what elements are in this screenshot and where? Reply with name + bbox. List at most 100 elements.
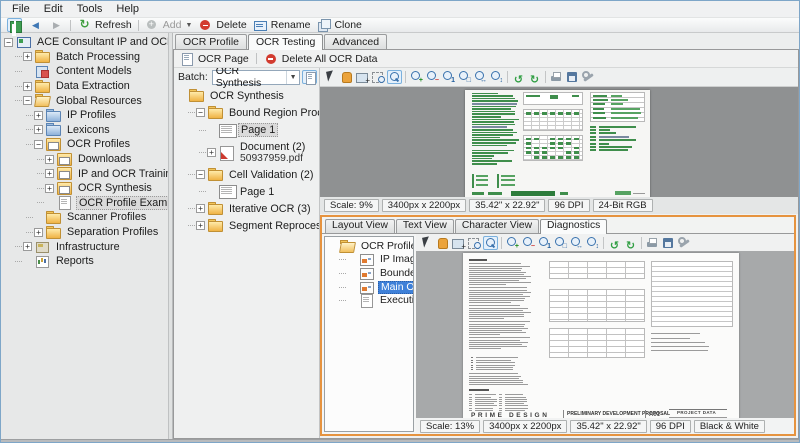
ocr-page-button[interactable]: OCR Page	[176, 51, 253, 66]
rotate-left-button[interactable]	[607, 236, 622, 250]
tree-item-data-extraction[interactable]: +Data Extraction	[1, 79, 168, 94]
top-image-preview[interactable]	[320, 86, 798, 197]
tab-ocr-profile[interactable]: OCR Profile	[175, 34, 247, 49]
collapse-icon[interactable]: −	[196, 170, 205, 179]
save-button[interactable]	[565, 70, 580, 84]
menu-item-tools[interactable]: Tools	[70, 2, 110, 16]
diagnostics-image-preview[interactable]: PRIME DESIGNPRELIMINARY DEVELOPMENT PROP…	[416, 251, 794, 418]
expand-icon[interactable]: +	[196, 204, 205, 213]
pointer-tool[interactable]	[419, 236, 434, 250]
tree-item-page-1[interactable]: Page 1	[174, 123, 319, 137]
settings-button[interactable]	[677, 236, 692, 250]
tree-item-ocr-profile-example[interactable]: OCR Profile Example	[325, 239, 413, 253]
tree-item-cell-validation-2[interactable]: −Cell Validation (2)	[174, 168, 319, 181]
page-view-toggle[interactable]	[302, 70, 317, 84]
tab-advanced[interactable]: Advanced	[324, 34, 387, 49]
zoom-actual-button[interactable]	[441, 70, 456, 84]
save-button[interactable]	[661, 236, 676, 250]
tree-item-batch-processing[interactable]: +Batch Processing	[1, 50, 168, 65]
expand-icon[interactable]: +	[23, 242, 32, 251]
expand-icon[interactable]: +	[196, 221, 205, 230]
clone-button[interactable]: Clone	[313, 18, 364, 32]
tree-item-iterative-ocr-3[interactable]: +Iterative OCR (3)	[174, 202, 319, 215]
tree-item-downloads[interactable]: +Downloads	[1, 152, 168, 167]
zoom-in-button[interactable]	[505, 236, 520, 250]
pan-tool[interactable]	[339, 70, 354, 84]
collapse-icon[interactable]: −	[23, 96, 32, 105]
tree-item-ocr-synthesis[interactable]: OCR Synthesis	[174, 89, 319, 102]
settings-button[interactable]	[581, 70, 596, 84]
menu-item-file[interactable]: File	[5, 2, 37, 16]
print-button[interactable]	[645, 236, 660, 250]
tree-item-scanner-profiles[interactable]: Scanner Profiles	[1, 210, 168, 225]
magnifier-tool[interactable]	[387, 70, 402, 84]
rename-button[interactable]: Rename	[250, 18, 314, 32]
expand-icon[interactable]: +	[34, 125, 43, 134]
tab-ocr-testing[interactable]: OCR Testing	[248, 34, 323, 50]
tree-item-ocr-profile-example[interactable]: OCR Profile Example	[1, 196, 168, 211]
pan-tool[interactable]	[435, 236, 450, 250]
zoom-in-button[interactable]	[409, 70, 424, 84]
tree-item-infrastructure[interactable]: +Infrastructure	[1, 239, 168, 254]
select-region-tool[interactable]	[355, 70, 370, 84]
tree-item-global-resources[interactable]: −Global Resources	[1, 93, 168, 108]
collapse-icon[interactable]: −	[4, 38, 13, 47]
tree-item-ip-and-ocr-training[interactable]: +IP and OCR Training	[1, 166, 168, 181]
delete-button[interactable]: Delete	[195, 18, 249, 32]
collapse-icon[interactable]: −	[34, 140, 43, 149]
zoom-fit-height-button[interactable]	[585, 236, 600, 250]
expand-icon[interactable]: +	[45, 155, 54, 164]
zoom-fit-height-button[interactable]	[489, 70, 504, 84]
print-button[interactable]	[549, 70, 564, 84]
zoom-fit-button[interactable]	[457, 70, 472, 84]
tree-item-ocr-synthesis[interactable]: +OCR Synthesis	[1, 181, 168, 196]
collapse-icon[interactable]: −	[196, 108, 205, 117]
tree-item-ace-consultant-ip-and-ocr[interactable]: −ACE Consultant IP and OCR	[1, 35, 168, 50]
refresh-button[interactable]: Refresh	[74, 18, 135, 32]
zoom-fit-width-button[interactable]	[473, 70, 488, 84]
zoom-actual-button[interactable]	[537, 236, 552, 250]
tab-text-view[interactable]: Text View	[396, 219, 454, 233]
tree-item-ocr-profiles[interactable]: −OCR Profiles	[1, 137, 168, 152]
zoom-fit-button[interactable]	[553, 236, 568, 250]
expand-icon[interactable]: +	[34, 228, 43, 237]
expand-icon[interactable]: +	[23, 52, 32, 61]
zoom-out-button[interactable]	[521, 236, 536, 250]
tree-item-main-ocr-input[interactable]: Main OCR Input	[325, 280, 413, 294]
tree-item-document-2[interactable]: +Document (2)50937959.pdf	[174, 141, 319, 164]
zoom-region-tool[interactable]	[371, 70, 386, 84]
tree-item-bound-region-processing-1[interactable]: −Bound Region Processing (1)	[174, 106, 319, 119]
tree-item-segment-reprocessing-4[interactable]: +Segment Reprocessing (4)	[174, 219, 319, 232]
tree-item-separation-profiles[interactable]: +Separation Profiles	[1, 225, 168, 240]
expand-icon[interactable]: +	[45, 184, 54, 193]
back-button[interactable]	[25, 18, 46, 32]
tree-item-execution-log[interactable]: Execution Log	[325, 294, 413, 308]
view-toggle-button[interactable]	[4, 18, 25, 32]
rotate-left-button[interactable]	[511, 70, 526, 84]
tab-character-view[interactable]: Character View	[455, 219, 539, 233]
rotate-right-button[interactable]	[527, 70, 542, 84]
tree-item-reports[interactable]: Reports	[1, 254, 168, 269]
delete-all-ocr-data-button[interactable]: Delete All OCR Data	[260, 51, 382, 66]
zoom-out-button[interactable]	[425, 70, 440, 84]
tree-item-lexicons[interactable]: +Lexicons	[1, 123, 168, 138]
expand-icon[interactable]: +	[207, 148, 216, 157]
tree-item-ip-image[interactable]: IP Image	[325, 253, 413, 267]
tab-layout-view[interactable]: Layout View	[325, 219, 395, 233]
zoom-fit-width-button[interactable]	[569, 236, 584, 250]
tree-item-content-models[interactable]: Content Models	[1, 64, 168, 79]
expand-icon[interactable]: +	[34, 111, 43, 120]
expand-icon[interactable]: +	[45, 169, 54, 178]
menu-item-edit[interactable]: Edit	[37, 2, 70, 16]
tree-item-ip-profiles[interactable]: +IP Profiles	[1, 108, 168, 123]
tree-item-bounded-regions[interactable]: Bounded Regions	[325, 267, 413, 281]
tab-diagnostics[interactable]: Diagnostics	[540, 219, 607, 234]
expand-icon[interactable]: +	[23, 82, 32, 91]
select-region-tool[interactable]	[451, 236, 466, 250]
rotate-right-button[interactable]	[623, 236, 638, 250]
zoom-region-tool[interactable]	[467, 236, 482, 250]
menu-item-help[interactable]: Help	[109, 2, 146, 16]
magnifier-tool[interactable]	[483, 236, 498, 250]
batch-select[interactable]: OCR Synthesis ▼	[212, 70, 300, 85]
tree-item-page-1[interactable]: Page 1	[174, 185, 319, 198]
